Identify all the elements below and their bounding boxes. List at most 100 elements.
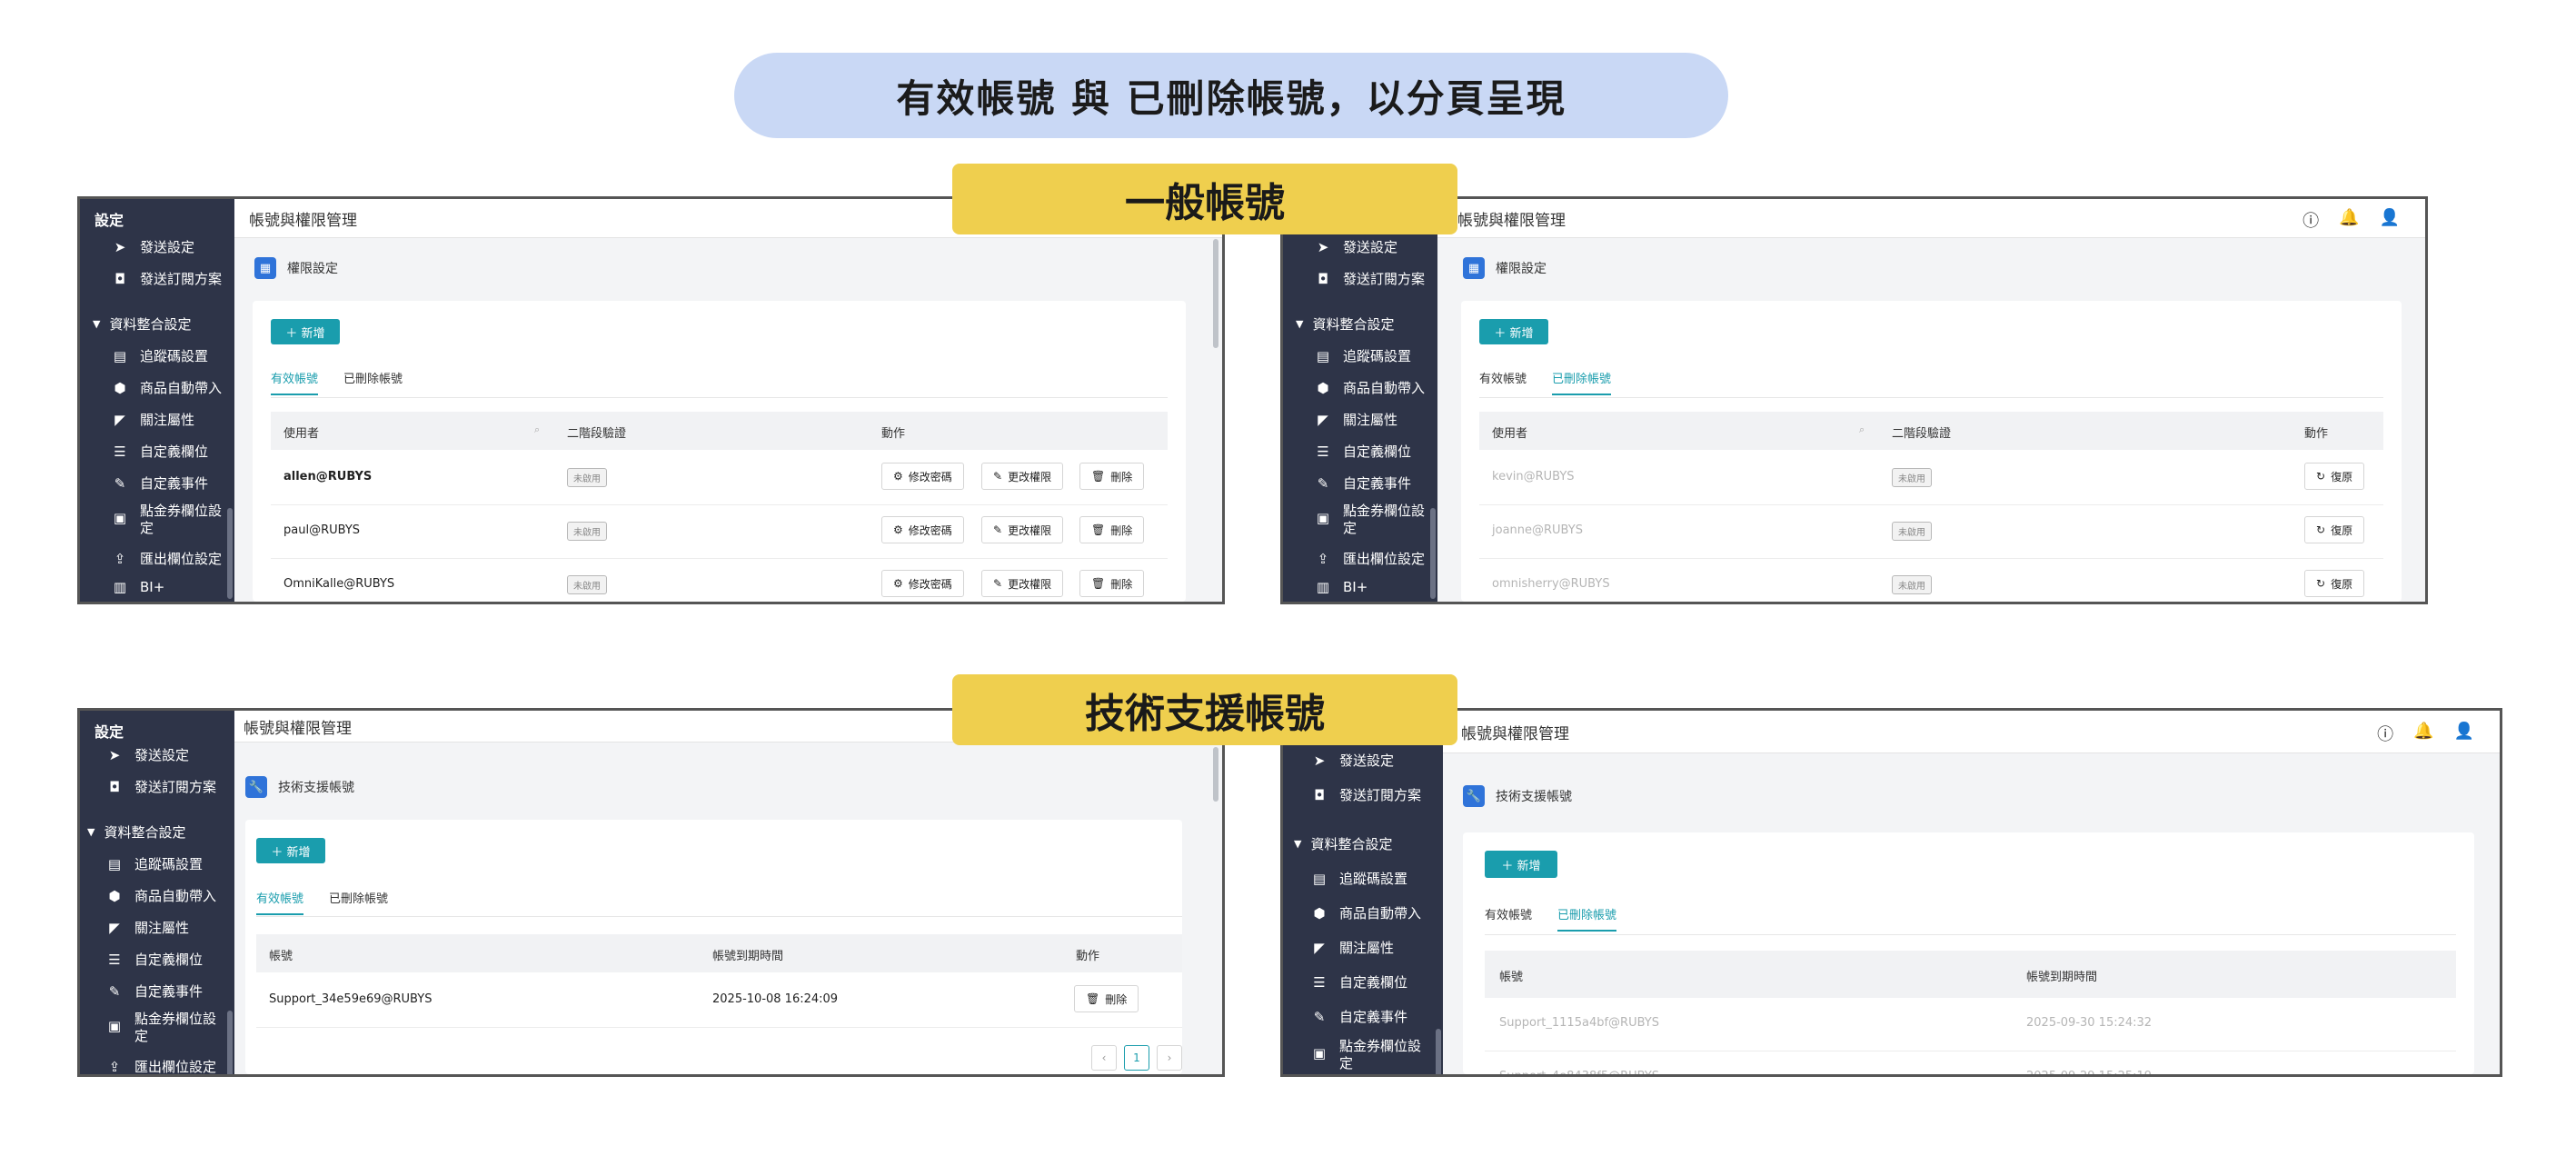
add-button[interactable]: ＋ 新增 — [271, 319, 340, 344]
help-circle-icon[interactable]: ⓘ — [2302, 208, 2319, 232]
sidebar-item-tracking[interactable]: ▤ 追蹤碼設置 — [111, 346, 208, 365]
sidebar-scrollbar[interactable] — [1436, 1029, 1441, 1074]
content-scrollbar[interactable] — [1213, 747, 1218, 802]
delete-button[interactable]: 🗑 刪除 — [1079, 463, 1145, 490]
sidebar-item-coupon[interactable]: ▣ 點金券欄位設定 — [105, 1011, 216, 1045]
help-circle-icon[interactable]: ⓘ — [2377, 722, 2393, 745]
sidebar-item-bi[interactable]: ▥ BI+ — [111, 579, 164, 595]
support-account: Support_4e8438f5@RUBYS — [1499, 1070, 1660, 1077]
edit-icon: ✎ — [993, 470, 1003, 483]
change-permission-button[interactable]: ✎ 更改權限 — [981, 570, 1064, 597]
sidebar-item-follow[interactable]: ◤ 關注屬性 — [1314, 410, 1397, 429]
table-header: 帳號 帳號到期時間 — [1485, 951, 2456, 998]
sidebar-item-custom-field[interactable]: ☰ 自定義欄位 — [105, 950, 203, 969]
sidebar-item-follow[interactable]: ◤ 關注屬性 — [105, 918, 189, 937]
sidebar-item-label: 發送訂閱方案 — [134, 779, 217, 795]
tab-active-accounts[interactable]: 有效帳號 — [256, 889, 304, 915]
tab-deleted-accounts[interactable]: 已刪除帳號 — [343, 369, 403, 395]
sidebar-item-product[interactable]: ⬢ 商品自動帶入 — [1310, 903, 1421, 922]
sidebar-item-custom-field[interactable]: ☰ 自定義欄位 — [1310, 972, 1407, 992]
next-page-button[interactable]: › — [1157, 1045, 1182, 1071]
section-title: 技術支援帳號 — [1496, 790, 1572, 804]
search-icon[interactable]: ⌕ — [534, 424, 540, 436]
tab-active-accounts[interactable]: 有效帳號 — [1485, 905, 1532, 932]
sidebar-item-send[interactable]: ➤ 發送設定 — [111, 237, 194, 256]
sidebar-item-custom-field[interactable]: ☰ 自定義欄位 — [1314, 442, 1411, 461]
sidebar-scrollbar[interactable] — [1430, 508, 1436, 599]
user-icon[interactable]: 👤 — [2454, 722, 2474, 745]
tab-deleted-accounts[interactable]: 已刪除帳號 — [1552, 369, 1612, 395]
sidebar-item-label: 匯出欄位設定 — [134, 1059, 217, 1075]
prev-page-button[interactable]: ‹ — [1091, 1045, 1117, 1071]
sidebar-item-custom-event[interactable]: ✎ 自定義事件 — [111, 473, 208, 493]
sidebar-item-custom-field[interactable]: ☰ 自定義欄位 — [111, 442, 208, 461]
delete-button[interactable]: 🗑 刪除 — [1079, 570, 1145, 597]
change-password-button[interactable]: ⚙ 修改密碼 — [881, 463, 964, 490]
change-password-button[interactable]: ⚙ 修改密碼 — [881, 570, 964, 597]
restore-button[interactable]: ↻ 復原 — [2304, 570, 2365, 597]
delete-button[interactable]: 🗑 刪除 — [1074, 985, 1139, 1012]
user-email: joanne@RUBYS — [1492, 523, 1583, 537]
button-label: 刪除 — [1110, 523, 1133, 537]
sidebar-item-tracking[interactable]: ▤ 追蹤碼設置 — [1314, 346, 1411, 365]
sidebar-group-data[interactable]: ▼ 資料整合設定 — [1296, 314, 1394, 334]
change-permission-button[interactable]: ✎ 更改權限 — [981, 463, 1064, 490]
delete-button[interactable]: 🗑 刪除 — [1079, 516, 1145, 543]
content-scrollbar[interactable] — [1213, 239, 1218, 348]
trash-icon: 🗑 — [1091, 523, 1106, 536]
sidebar-scrollbar[interactable] — [227, 508, 233, 599]
change-password-button[interactable]: ⚙ 修改密碼 — [881, 516, 964, 543]
search-icon[interactable]: ⌕ — [1859, 424, 1865, 436]
sidebar-item-follow[interactable]: ◤ 關注屬性 — [111, 410, 194, 429]
sidebar-item-label: 匯出欄位設定 — [140, 551, 223, 567]
page-1-button[interactable]: 1 — [1124, 1045, 1149, 1071]
sidebar-item-export[interactable]: ⇪ 匯出欄位設定 — [105, 1057, 217, 1075]
gear-icon: ⚙ — [893, 470, 903, 483]
sidebar-item-send[interactable]: ➤ 發送設定 — [1310, 751, 1394, 770]
sidebar-item-send[interactable]: ➤ 發送設定 — [1314, 237, 1397, 256]
sidebar-item-coupon[interactable]: ▣ 點金券欄位設定 — [111, 503, 222, 537]
sidebar-item-product[interactable]: ⬢ 商品自動帶入 — [105, 886, 216, 905]
sidebar-scrollbar[interactable] — [227, 1011, 233, 1074]
sidebar-item-tracking[interactable]: ▤ 追蹤碼設置 — [105, 854, 203, 873]
sidebar-item-label: 追蹤碼設置 — [1343, 348, 1412, 364]
restore-button[interactable]: ↻ 復原 — [2304, 516, 2365, 543]
sidebar-item-bi[interactable]: ▥ BI+ — [1314, 579, 1368, 595]
tab-deleted-accounts[interactable]: 已刪除帳號 — [329, 889, 388, 915]
page-title: 帳號與權限管理 — [249, 211, 357, 230]
sidebar-item-custom-event[interactable]: ✎ 自定義事件 — [105, 982, 203, 1001]
sidebar-item-export[interactable]: ⇪ 匯出欄位設定 — [111, 549, 222, 568]
sidebar-item-follow[interactable]: ◤ 關注屬性 — [1310, 938, 1394, 957]
sidebar-item-custom-event[interactable]: ✎ 自定義事件 — [1314, 473, 1411, 493]
sidebar-item-plan[interactable]: ◘ 發送訂閱方案 — [111, 269, 222, 288]
sidebar-item-coupon[interactable]: ▣ 點金券欄位設定 — [1314, 503, 1425, 537]
pen-icon: ✎ — [108, 982, 121, 1000]
bag-icon: ◘ — [109, 778, 120, 795]
sidebar-item-product[interactable]: ⬢ 商品自動帶入 — [111, 378, 222, 397]
sidebar-item-plan[interactable]: ◘ 發送訂閱方案 — [105, 777, 216, 796]
tab-active-accounts[interactable]: 有效帳號 — [1479, 369, 1527, 395]
sidebar-item-plan[interactable]: ◘ 發送訂閱方案 — [1310, 785, 1421, 804]
change-permission-button[interactable]: ✎ 更改權限 — [981, 516, 1064, 543]
sidebar: 設定 ➤ 發送設定 ◘ 發送訂閱方案 ▼ 資料整合設定 ▤ 追蹤碼設置 ⬢ 商品自動帶入 … — [80, 199, 234, 602]
add-button[interactable]: ＋ 新增 — [256, 838, 325, 863]
sidebar-group-data[interactable]: ▼ 資料整合設定 — [87, 822, 185, 842]
add-button[interactable]: ＋ 新增 — [1485, 851, 1557, 878]
bell-icon[interactable]: 🔔 — [2413, 722, 2433, 745]
tab-deleted-accounts[interactable]: 已刪除帳號 — [1557, 905, 1617, 932]
sidebar-item-coupon[interactable]: ▣ 點金券欄位設定 — [1310, 1038, 1421, 1072]
button-label: 更改權限 — [1008, 470, 1052, 483]
sidebar-item-plan[interactable]: ◘ 發送訂閱方案 — [1314, 269, 1425, 288]
sidebar-item-send[interactable]: ➤ 發送設定 — [105, 745, 189, 764]
sidebar-group-data[interactable]: ▼ 資料整合設定 — [1294, 834, 1392, 853]
sidebar-item-tracking[interactable]: ▤ 追蹤碼設置 — [1310, 869, 1407, 888]
add-button[interactable]: ＋ 新增 — [1479, 319, 1548, 344]
bell-icon[interactable]: 🔔 — [2339, 208, 2359, 232]
sidebar-item-custom-event[interactable]: ✎ 自定義事件 — [1310, 1007, 1407, 1026]
sidebar-item-export[interactable]: ⇪ 匯出欄位設定 — [1314, 549, 1425, 568]
user-icon[interactable]: 👤 — [2380, 208, 2400, 232]
sidebar-item-product[interactable]: ⬢ 商品自動帶入 — [1314, 378, 1425, 397]
tab-active-accounts[interactable]: 有效帳號 — [271, 369, 319, 395]
restore-button[interactable]: ↻ 復原 — [2304, 463, 2365, 490]
sidebar-group-data[interactable]: ▼ 資料整合設定 — [93, 314, 191, 334]
